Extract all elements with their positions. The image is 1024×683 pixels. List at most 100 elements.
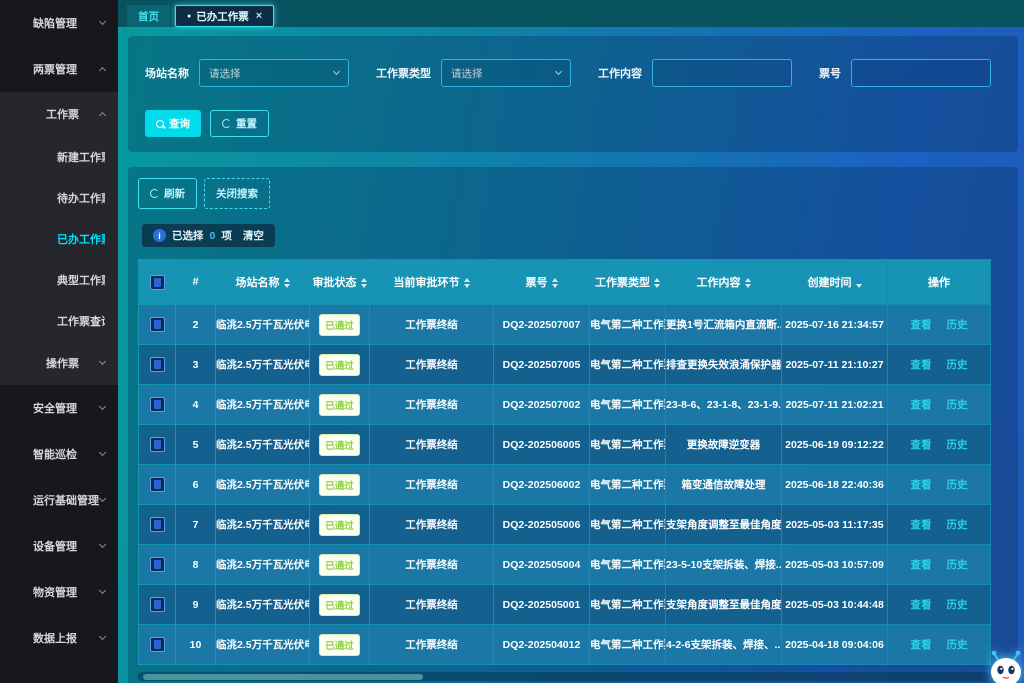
row-checkbox[interactable] [150,437,165,452]
row-checkbox[interactable] [150,517,165,532]
sidebar-item-defect-management[interactable]: 缺陷管理 [0,0,118,46]
view-link[interactable]: 查看 [911,519,932,531]
col-header-status[interactable]: 审批状态 [310,260,370,305]
app-window: 缺陷管理 两票管理 工作票 新建工作票 待办工作票 已办工作票 典型工作票 [0,0,1024,683]
sidebar-item-todo-work-ticket[interactable]: 待办工作票 [0,177,118,218]
reset-button[interactable]: 重置 [210,110,269,137]
sort-icon[interactable] [552,278,558,288]
selection-text: 项 [221,228,232,243]
history-link[interactable]: 历史 [946,359,967,371]
row-checkbox[interactable] [150,597,165,612]
row-checkbox[interactable] [150,477,165,492]
history-link[interactable]: 历史 [946,319,967,331]
history-link[interactable]: 历史 [946,519,967,531]
chevron-down-icon [99,541,106,548]
chevron-down-icon [99,358,106,365]
created-time-cell: 2025-07-16 21:34:57 [782,305,888,345]
sidebar-item-new-work-ticket[interactable]: 新建工作票 [0,136,118,177]
sort-icon[interactable] [464,278,470,288]
sort-icon[interactable] [361,278,367,288]
col-header-step[interactable]: 当前审批环节 [370,260,494,305]
sidebar-item-operation-ticket[interactable]: 操作票 [0,341,118,385]
col-header-type[interactable]: 工作票类型 [590,260,666,305]
close-tab-icon[interactable]: × [256,10,262,22]
sidebar-item-label: 典型工作票 [57,272,105,288]
row-checkbox[interactable] [150,557,165,572]
refresh-button[interactable]: 刷新 [138,178,197,209]
status-badge: 已通过 [319,474,360,496]
selection-bar: i 已选择 0 项 清空 [142,224,275,247]
view-link[interactable]: 查看 [911,439,932,451]
select-all-checkbox[interactable] [150,275,165,290]
row-checkbox[interactable] [150,357,165,372]
view-link[interactable]: 查看 [911,399,932,411]
work-content-cell: 更换1号汇流箱内直流断... [666,305,782,345]
chevron-up-icon [99,112,106,119]
history-link[interactable]: 历史 [946,399,967,411]
ticket-number-input[interactable] [851,59,991,87]
tab-done-work-ticket[interactable]: ● 已办工作票 × [175,5,274,27]
table-row: 10 临洮2.5万千瓦光伏电.. 已通过 工作票终结 DQ2-202504012… [139,625,991,665]
info-icon: i [153,229,166,242]
close-search-button[interactable]: 关闭搜索 [204,178,270,209]
created-time-cell: 2025-04-18 09:04:06 [782,625,888,665]
sidebar: 缺陷管理 两票管理 工作票 新建工作票 待办工作票 已办工作票 典型工作票 [0,0,118,683]
horizontal-scrollbar-thumb[interactable] [143,674,423,680]
assistant-robot-button[interactable] [985,641,1024,683]
row-checkbox[interactable] [150,397,165,412]
history-link[interactable]: 历史 [946,599,967,611]
history-link[interactable]: 历史 [946,559,967,571]
history-link[interactable]: 历史 [946,639,967,651]
sidebar-item-operation-base-management[interactable]: 运行基础管理 [0,477,118,523]
view-link[interactable]: 查看 [911,559,932,571]
view-link[interactable]: 查看 [911,639,932,651]
station-name-cell: 临洮2.5万千瓦光伏电.. [216,545,310,585]
tab-home[interactable]: 首页 [127,5,170,27]
sort-icon[interactable] [745,278,751,288]
ticket-type-cell: 电气第二种工作票 [590,505,666,545]
history-link[interactable]: 历史 [946,479,967,491]
query-button[interactable]: 查询 [145,110,201,137]
view-link[interactable]: 查看 [911,319,932,331]
sidebar-item-two-ticket-management[interactable]: 两票管理 [0,46,118,92]
sort-icon-active[interactable] [856,278,862,288]
station-name-select[interactable]: 请选择 [199,59,349,87]
sidebar-item-label: 工作票查询 [57,313,105,329]
table-row: 6 临洮2.5万千瓦光伏电.. 已通过 工作票终结 DQ2-202506002 … [139,465,991,505]
ticket-type-cell: 电气第二种工作票 [590,345,666,385]
sidebar-item-smart-inspection[interactable]: 智能巡检 [0,431,118,477]
col-header-station[interactable]: 场站名称 [216,260,310,305]
row-checkbox[interactable] [150,637,165,652]
sort-icon[interactable] [654,278,660,288]
sidebar-item-equipment-management[interactable]: 设备管理 [0,523,118,569]
sidebar-item-typical-work-ticket[interactable]: 典型工作票 [0,259,118,300]
sidebar-item-work-ticket[interactable]: 工作票 [0,92,118,136]
col-header-created[interactable]: 创建时间 [782,260,888,305]
sidebar-item-work-ticket-query[interactable]: 工作票查询 [0,300,118,341]
sidebar-item-label: 智能巡检 [33,446,77,462]
view-link[interactable]: 查看 [911,599,932,611]
sort-icon[interactable] [284,278,290,288]
chevron-down-icon [99,449,106,456]
station-name-cell: 临洮2.5万千瓦光伏电.. [216,465,310,505]
sidebar-item-safety-management[interactable]: 安全管理 [0,385,118,431]
ticket-number-cell: DQ2-202505001 [494,585,590,625]
row-number: 6 [176,465,216,505]
row-checkbox[interactable] [150,317,165,332]
work-content-input[interactable] [652,59,792,87]
col-header-index: # [176,260,216,305]
view-link[interactable]: 查看 [911,479,932,491]
sidebar-item-data-report[interactable]: 数据上报 [0,615,118,661]
sidebar-item-done-work-ticket[interactable]: 已办工作票 [0,218,118,259]
ticket-type-select[interactable]: 请选择 [441,59,571,87]
col-header-ticket-no[interactable]: 票号 [494,260,590,305]
ticket-type-cell: 电气第二种工作票 [590,585,666,625]
history-link[interactable]: 历史 [946,439,967,451]
table-header-row: # 场站名称 审批状态 当前审批环节 票号 工作票类型 [139,260,991,305]
chevron-down-icon [555,68,562,75]
horizontal-scrollbar[interactable] [138,672,990,681]
clear-selection-link[interactable]: 清空 [243,228,264,243]
col-header-content[interactable]: 工作内容 [666,260,782,305]
sidebar-item-material-management[interactable]: 物资管理 [0,569,118,615]
view-link[interactable]: 查看 [911,359,932,371]
